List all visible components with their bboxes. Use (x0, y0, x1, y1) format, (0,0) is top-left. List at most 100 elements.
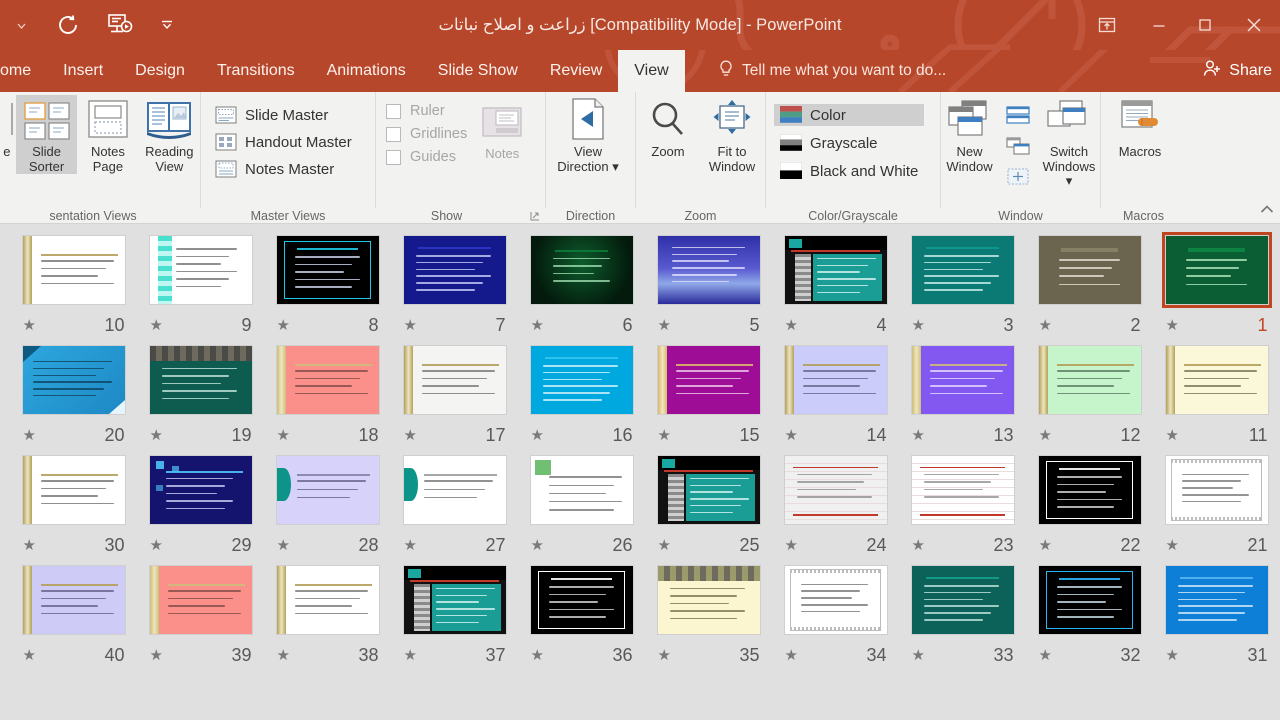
animation-star-icon[interactable]: ★ (912, 648, 925, 663)
slide-cell[interactable]: ★ 7 (391, 232, 518, 342)
slide-thumbnail[interactable] (654, 562, 764, 638)
grayscale-button[interactable]: Grayscale (774, 132, 924, 154)
animation-star-icon[interactable]: ★ (785, 428, 798, 443)
tab-review[interactable]: Review (534, 50, 618, 92)
view-direction-button[interactable]: View Direction ▾ (546, 95, 630, 174)
slide-cell[interactable]: ★ 6 (518, 232, 645, 342)
slide-master-button[interactable]: Slide Master (209, 104, 358, 126)
slide-cell[interactable]: ★ 36 (518, 562, 645, 672)
switch-windows-button[interactable]: Switch Windows ▾ (1038, 95, 1100, 189)
slide-thumbnail[interactable] (908, 452, 1018, 528)
animation-star-icon[interactable]: ★ (1166, 648, 1179, 663)
animation-star-icon[interactable]: ★ (912, 538, 925, 553)
slide-thumbnail[interactable] (400, 232, 510, 308)
tab-insert[interactable]: Insert (47, 50, 119, 92)
animation-star-icon[interactable]: ★ (658, 648, 671, 663)
new-window-button[interactable]: New Window (941, 95, 998, 174)
share-button[interactable]: Share (1202, 50, 1272, 92)
close-icon[interactable] (1228, 0, 1280, 50)
tab-home[interactable]: ome (0, 50, 47, 92)
animation-star-icon[interactable]: ★ (150, 538, 163, 553)
slide-thumbnail[interactable] (400, 452, 510, 528)
animation-star-icon[interactable]: ★ (785, 318, 798, 333)
arrange-all-button[interactable] (998, 101, 1038, 129)
slide-thumbnail[interactable] (1035, 452, 1145, 528)
slide-thumbnail[interactable] (1035, 342, 1145, 418)
restore-icon[interactable] (1182, 0, 1228, 50)
slide-thumbnail[interactable] (654, 232, 764, 308)
tab-view[interactable]: View (618, 50, 685, 92)
slide-thumbnail[interactable] (146, 342, 256, 418)
slide-cell[interactable]: ★ 27 (391, 452, 518, 562)
slide-thumbnail[interactable] (19, 562, 129, 638)
slide-thumbnail[interactable] (273, 232, 383, 308)
slide-cell[interactable]: ★ 15 (645, 342, 772, 452)
slide-cell[interactable]: ★ 2 (1026, 232, 1153, 342)
slide-cell[interactable]: ★ 19 (137, 342, 264, 452)
slide-cell[interactable]: ★ 30 (10, 452, 137, 562)
show-dialog-launcher[interactable] (529, 210, 541, 222)
slide-cell[interactable]: ★ 3 (899, 232, 1026, 342)
black-and-white-button[interactable]: Black and White (774, 160, 924, 182)
animation-star-icon[interactable]: ★ (658, 538, 671, 553)
animation-star-icon[interactable]: ★ (23, 428, 36, 443)
move-split-button[interactable] (998, 163, 1038, 191)
animation-star-icon[interactable]: ★ (531, 318, 544, 333)
slide-thumbnail[interactable] (146, 232, 256, 308)
animation-star-icon[interactable]: ★ (1039, 318, 1052, 333)
slide-thumbnail[interactable] (781, 232, 891, 308)
slide-cell[interactable]: ★ 18 (264, 342, 391, 452)
undo-icon[interactable] (42, 3, 94, 47)
macros-button[interactable]: Macros (1101, 95, 1179, 160)
animation-star-icon[interactable]: ★ (1039, 648, 1052, 663)
slide-sorter-button[interactable]: Slide Sorter (15, 95, 78, 175)
slide-thumbnail[interactable] (400, 342, 510, 418)
animation-star-icon[interactable]: ★ (785, 538, 798, 553)
animation-star-icon[interactable]: ★ (277, 318, 290, 333)
slide-thumbnail[interactable] (273, 342, 383, 418)
notes-button[interactable]: Notes (471, 97, 533, 162)
slide-cell[interactable]: ★ 29 (137, 452, 264, 562)
reading-view-button[interactable]: Reading View (139, 95, 200, 174)
slide-cell[interactable]: ★ 32 (1026, 562, 1153, 672)
guides-checkbox[interactable]: Guides (386, 149, 467, 165)
slide-cell[interactable]: ★ 37 (391, 562, 518, 672)
slide-cell[interactable]: ★ 21 (1153, 452, 1280, 562)
tab-design[interactable]: Design (119, 50, 201, 92)
slide-thumbnail[interactable] (908, 342, 1018, 418)
quick-access-toolbar[interactable] (0, 0, 188, 50)
slide-thumbnail[interactable] (1162, 342, 1272, 418)
slide-thumbnail[interactable] (19, 232, 129, 308)
slide-cell[interactable]: ★ 13 (899, 342, 1026, 452)
slide-cell[interactable]: ★ 12 (1026, 342, 1153, 452)
ribbon-display-options-icon[interactable] (1078, 0, 1136, 50)
slide-thumbnail[interactable] (146, 562, 256, 638)
animation-star-icon[interactable]: ★ (23, 648, 36, 663)
animation-star-icon[interactable]: ★ (404, 648, 417, 663)
slide-thumbnail[interactable] (654, 342, 764, 418)
tab-transitions[interactable]: Transitions (201, 50, 311, 92)
slide-cell[interactable]: ★ 38 (264, 562, 391, 672)
handout-master-button[interactable]: Handout Master (209, 131, 358, 153)
animation-star-icon[interactable]: ★ (277, 648, 290, 663)
slide-thumbnail[interactable] (781, 452, 891, 528)
animation-star-icon[interactable]: ★ (531, 538, 544, 553)
slide-cell[interactable]: ★ 5 (645, 232, 772, 342)
slide-cell[interactable]: ★ 1 (1153, 232, 1280, 342)
slide-cell[interactable]: ★ 17 (391, 342, 518, 452)
animation-star-icon[interactable]: ★ (277, 428, 290, 443)
animation-star-icon[interactable]: ★ (912, 428, 925, 443)
slide-sorter-area[interactable]: ★ 1 ★ 2 ★ 3 ★ 4 ★ 5 ★ 6 ★ 7 ★ 8 ★ 9 ★ 10… (0, 224, 1280, 720)
slide-cell[interactable]: ★ 10 (10, 232, 137, 342)
qat-dropdown-left[interactable] (0, 3, 42, 47)
window-controls[interactable] (1078, 0, 1280, 50)
animation-star-icon[interactable]: ★ (150, 318, 163, 333)
slide-thumbnail[interactable] (273, 452, 383, 528)
animation-star-icon[interactable]: ★ (23, 318, 36, 333)
slide-cell[interactable]: ★ 11 (1153, 342, 1280, 452)
gridlines-checkbox[interactable]: Gridlines (386, 126, 467, 142)
animation-star-icon[interactable]: ★ (1039, 538, 1052, 553)
slide-cell[interactable]: ★ 33 (899, 562, 1026, 672)
animation-star-icon[interactable]: ★ (404, 428, 417, 443)
slide-thumbnail[interactable] (1162, 452, 1272, 528)
